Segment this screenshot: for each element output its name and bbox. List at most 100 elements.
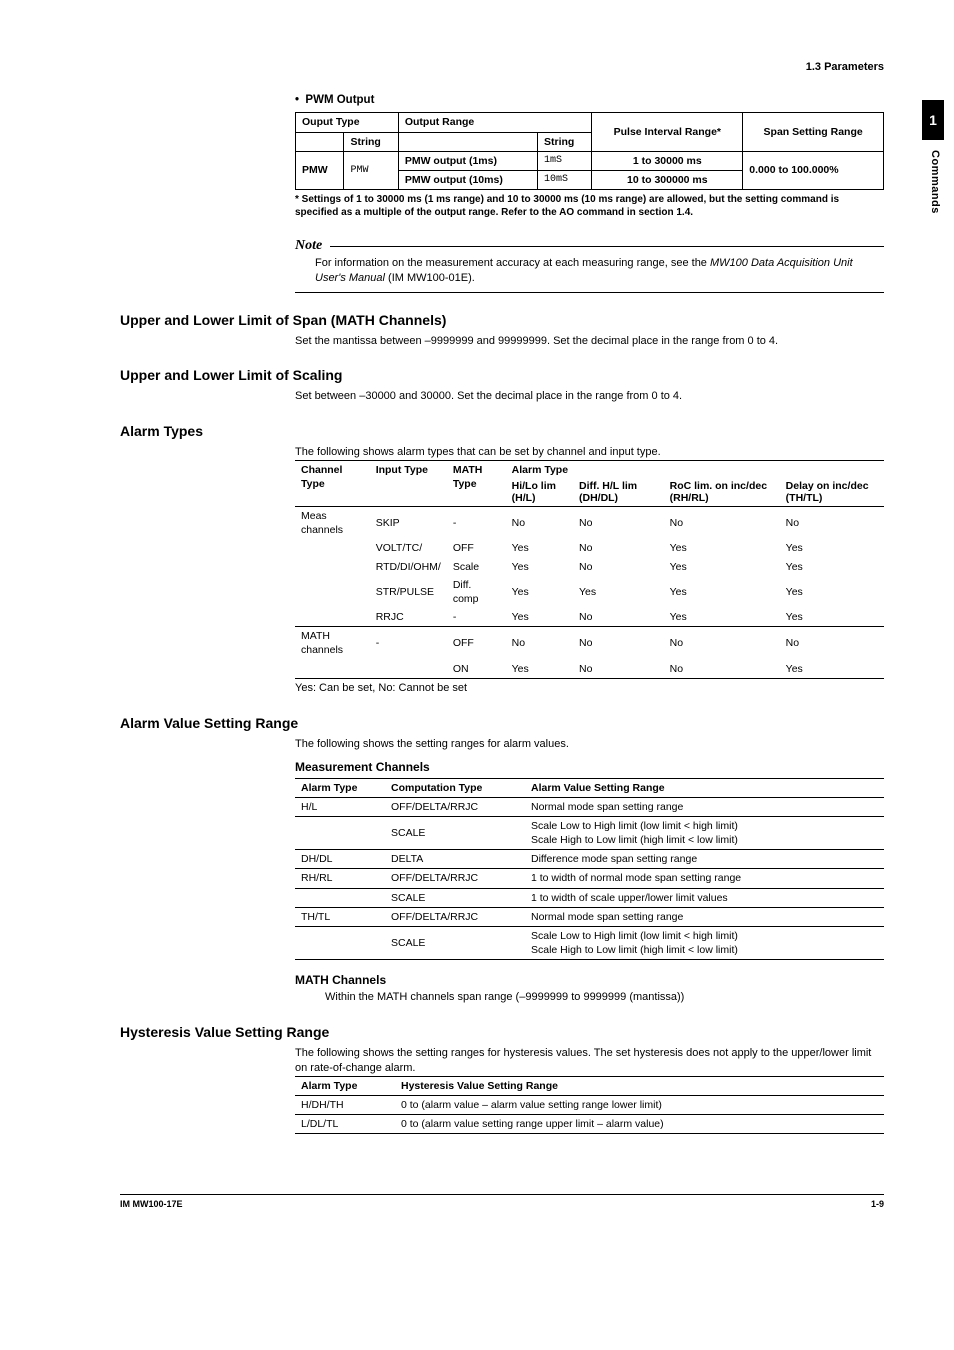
note-body-post: (IM MW100-01E). xyxy=(385,272,475,284)
note-title: Note xyxy=(295,237,322,256)
table-cell: Diff. comp xyxy=(447,576,506,608)
table-cell: OFF/DELTA/RRJC xyxy=(385,907,525,926)
pwm-row-string: PMW xyxy=(344,151,398,189)
at-th-hilo: Hi/Lo lim (H/L) xyxy=(506,479,573,507)
table-cell: No xyxy=(573,608,664,627)
table-cell: OFF xyxy=(447,627,506,660)
table-cell: SCALE xyxy=(385,926,525,959)
pwm-row1-range-string: 1mS xyxy=(538,151,592,170)
table-cell xyxy=(370,660,447,679)
pwm-th-string-1: String xyxy=(344,132,398,151)
avr-title: Alarm Value Setting Range xyxy=(120,714,884,733)
table-cell: Yes xyxy=(780,660,884,679)
table-cell: Yes xyxy=(506,660,573,679)
alarm-types-foot: Yes: Can be set, No: Cannot be set xyxy=(295,681,884,696)
table-cell: H/DH/TH xyxy=(295,1096,395,1115)
pwm-th-output-type: Ouput Type xyxy=(296,113,399,132)
at-th-roc: RoC lim. on inc/dec (RH/RL) xyxy=(664,479,780,507)
table-cell: No xyxy=(573,539,664,557)
table-cell xyxy=(295,888,385,907)
pwm-th-pulse-interval: Pulse Interval Range* xyxy=(592,113,743,151)
table-cell xyxy=(295,539,370,557)
table-cell: Yes xyxy=(506,558,573,576)
avr-math-body: Within the MATH channels span range (–99… xyxy=(295,990,884,1005)
table-cell: - xyxy=(447,507,506,540)
table-cell: Yes xyxy=(780,539,884,557)
avr-meas-title: Measurement Channels xyxy=(295,759,884,775)
pwm-row1-range-label: PMW output (1ms) xyxy=(398,151,537,170)
hyst-intro: The following shows the setting ranges f… xyxy=(295,1046,884,1076)
scaling-title: Upper and Lower Limit of Scaling xyxy=(120,366,884,385)
table-cell: Scale Low to High limit (low limit < hig… xyxy=(525,816,884,849)
table-cell: Yes xyxy=(780,608,884,627)
at-th-delay: Delay on inc/dec (TH/TL) xyxy=(780,479,884,507)
pwm-title-text: PWM Output xyxy=(305,94,374,106)
table-cell: 0 to (alarm value setting range upper li… xyxy=(395,1115,884,1134)
table-cell: - xyxy=(370,627,447,660)
table-cell xyxy=(295,608,370,627)
table-cell: No xyxy=(780,507,884,540)
chapter-side-label: Commands xyxy=(927,150,942,214)
table-cell: DH/DL xyxy=(295,850,385,869)
table-cell: 1 to width of normal mode span setting r… xyxy=(525,869,884,888)
table-cell: No xyxy=(506,627,573,660)
hyst-title: Hysteresis Value Setting Range xyxy=(120,1023,884,1042)
table-cell: No xyxy=(664,507,780,540)
note-block: Note For information on the measurement … xyxy=(295,233,884,293)
table-cell: STR/PULSE xyxy=(370,576,447,608)
span-title: Upper and Lower Limit of Span (MATH Chan… xyxy=(120,311,884,330)
table-cell xyxy=(295,816,385,849)
table-cell xyxy=(295,576,370,608)
table-cell: Yes xyxy=(506,539,573,557)
avr-th-alarm: Alarm Type xyxy=(295,778,385,797)
table-cell: Normal mode span setting range xyxy=(525,797,884,816)
pwm-output-table: Ouput Type Output Range Pulse Interval R… xyxy=(295,112,884,190)
at-th-input: Input Type xyxy=(370,460,447,506)
table-cell: H/L xyxy=(295,797,385,816)
table-cell: Scale xyxy=(447,558,506,576)
chapter-number: 1 xyxy=(929,111,937,130)
footer-right: 1-9 xyxy=(871,1198,884,1210)
scaling-body: Set between –30000 and 30000. Set the de… xyxy=(295,389,884,404)
table-cell: No xyxy=(573,660,664,679)
table-cell: RRJC xyxy=(370,608,447,627)
table-cell: DELTA xyxy=(385,850,525,869)
table-cell: Meas channels xyxy=(295,507,370,540)
table-cell: Yes xyxy=(506,608,573,627)
pwm-row2-range-label: PMW output (10ms) xyxy=(398,170,537,189)
table-cell: No xyxy=(506,507,573,540)
table-cell: No xyxy=(573,558,664,576)
table-cell: Yes xyxy=(664,576,780,608)
pwm-row1-pulse: 1 to 30000 ms xyxy=(592,151,743,170)
avr-intro: The following shows the setting ranges f… xyxy=(295,737,884,752)
table-cell: Yes xyxy=(780,576,884,608)
pwm-bullet-heading: • PWM Output xyxy=(295,93,884,109)
table-cell: Yes xyxy=(506,576,573,608)
hyst-table: Alarm Type Hysteresis Value Setting Rang… xyxy=(295,1076,884,1135)
table-cell: No xyxy=(664,660,780,679)
table-cell: Yes xyxy=(664,539,780,557)
avr-meas-table: Alarm Type Computation Type Alarm Value … xyxy=(295,778,884,961)
pwm-th-span-setting: Span Setting Range xyxy=(743,113,884,151)
table-cell: Normal mode span setting range xyxy=(525,907,884,926)
table-cell: ON xyxy=(447,660,506,679)
at-th-alarm: Alarm Type xyxy=(506,460,884,479)
pwm-th-output-range: Output Range xyxy=(398,113,592,132)
table-cell: 1 to width of scale upper/lower limit va… xyxy=(525,888,884,907)
table-cell: No xyxy=(573,507,664,540)
table-cell: OFF/DELTA/RRJC xyxy=(385,797,525,816)
pwm-footnote: * Settings of 1 to 30000 ms (1 ms range)… xyxy=(295,194,884,219)
table-cell: Difference mode span setting range xyxy=(525,850,884,869)
pwm-row2-range-string: 10mS xyxy=(538,170,592,189)
note-body-pre: For information on the measurement accur… xyxy=(315,257,710,269)
alarm-types-title: Alarm Types xyxy=(120,422,884,441)
hyst-th-range: Hysteresis Value Setting Range xyxy=(395,1076,884,1095)
table-cell: OFF/DELTA/RRJC xyxy=(385,869,525,888)
chapter-tab: 1 xyxy=(922,100,944,140)
at-th-math: MATH Type xyxy=(447,460,506,506)
page-footer: IM MW100-17E 1-9 xyxy=(120,1194,884,1210)
table-cell: No xyxy=(573,627,664,660)
at-th-diff: Diff. H/L lim (DH/DL) xyxy=(573,479,664,507)
table-cell: Yes xyxy=(780,558,884,576)
table-cell xyxy=(295,558,370,576)
